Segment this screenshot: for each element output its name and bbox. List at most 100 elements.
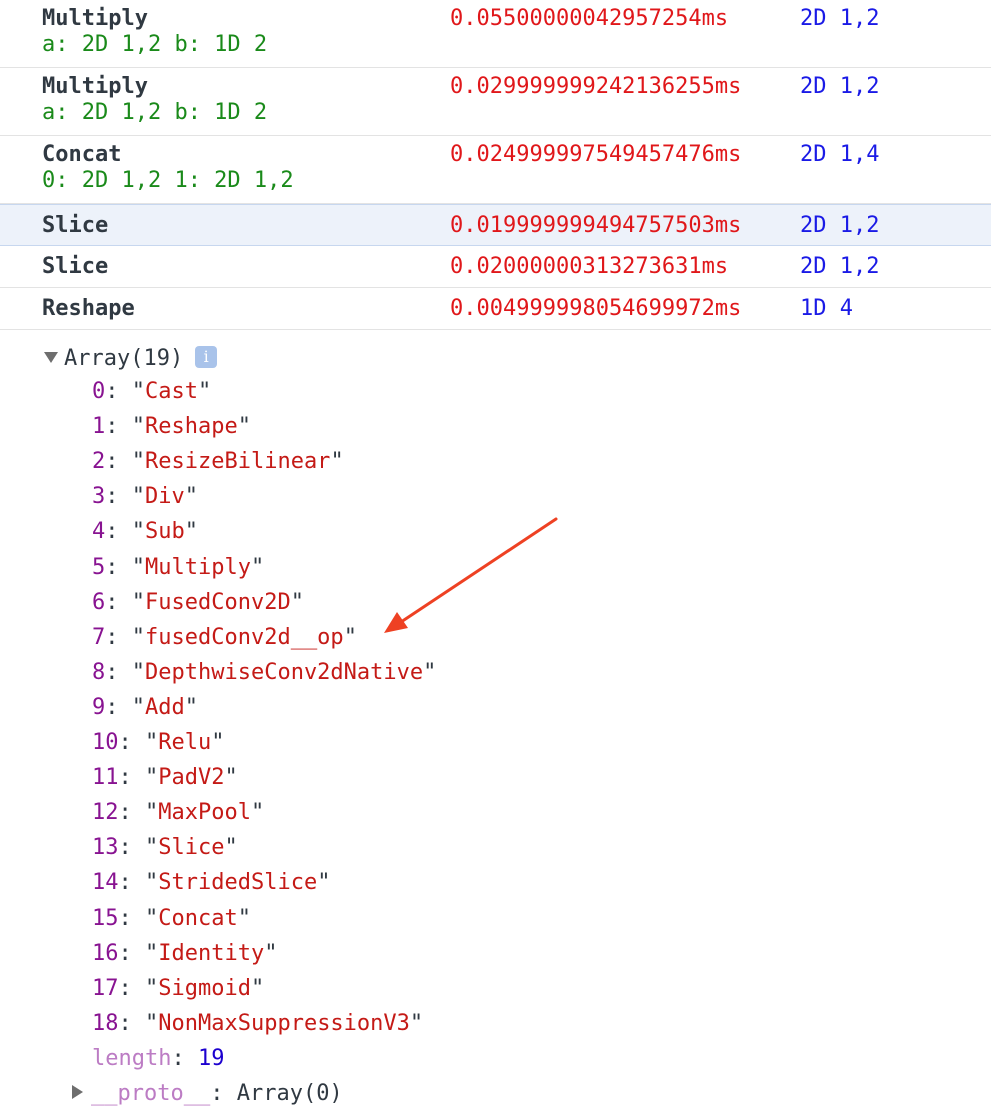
- proto-key: __proto__: [91, 1081, 211, 1106]
- array-item: 4: "Sub": [92, 514, 198, 549]
- item-index: 16: [92, 940, 119, 966]
- item-index: 10: [92, 730, 119, 755]
- separator: :: [118, 905, 145, 931]
- profile-row[interactable]: Slice 0.02000000313273631ms 2D 1,2: [0, 246, 991, 288]
- quote: ": [197, 379, 212, 404]
- item-value: StridedSlice: [158, 870, 318, 896]
- array-header[interactable]: Array(19) i: [44, 343, 218, 375]
- op-shape: 2D 1,2: [800, 74, 880, 99]
- item-index: 17: [92, 975, 119, 1001]
- separator: :: [105, 624, 132, 650]
- item-value: Cast: [145, 379, 198, 404]
- item-value: Multiply: [145, 554, 251, 580]
- item-value: ResizeBilinear: [145, 449, 331, 475]
- item-value: Div: [145, 484, 185, 510]
- quote: ": [184, 519, 198, 545]
- separator: :: [105, 554, 132, 580]
- quote: ": [409, 1010, 424, 1036]
- item-value: Reshape: [145, 414, 238, 440]
- separator: :: [118, 730, 145, 755]
- op-time: 0.019999999494757503ms: [450, 213, 742, 238]
- profile-row[interactable]: Multiply 0.05500000042957254ms 2D 1,2 a:…: [0, 0, 991, 68]
- collapse-triangle-icon[interactable]: [72, 1085, 83, 1099]
- item-index: 5: [92, 554, 106, 580]
- op-time: 0.02000000313273631ms: [450, 254, 729, 279]
- op-name: Reshape: [42, 296, 135, 321]
- array-item: 7: "fusedConv2d__op": [92, 620, 357, 655]
- expand-triangle-icon[interactable]: [44, 351, 58, 363]
- op-name: Concat: [42, 142, 122, 167]
- array-item: 15: "Concat": [92, 901, 251, 936]
- separator: :: [118, 800, 145, 826]
- quote: ": [131, 624, 145, 650]
- item-value: Identity: [158, 940, 265, 966]
- profile-row-selected[interactable]: Slice 0.019999999494757503ms 2D 1,2: [0, 204, 991, 246]
- item-value: Sigmoid: [158, 975, 251, 1001]
- op-shape: 2D 1,2: [800, 254, 880, 279]
- quote: ": [145, 1010, 159, 1036]
- array-item: 10: "Relu": [92, 725, 224, 760]
- profile-row[interactable]: Reshape 0.004999998054699972ms 1D 4: [0, 288, 991, 330]
- quote: ": [131, 694, 145, 720]
- quote: ": [145, 835, 159, 861]
- item-index: 6: [92, 589, 106, 615]
- quote: ": [184, 484, 198, 510]
- item-value: Add: [145, 694, 185, 720]
- op-time: 0.004999998054699972ms: [450, 296, 742, 321]
- quote: ": [343, 624, 357, 650]
- separator: :: [118, 870, 145, 896]
- quote: ": [184, 694, 198, 720]
- array-item: 2: "ResizeBilinear": [92, 444, 344, 479]
- op-shape: 2D 1,2: [800, 6, 880, 31]
- array-item: 18: "NonMaxSuppressionV3": [92, 1006, 423, 1041]
- array-label: Array(19): [64, 346, 184, 371]
- quote: ": [330, 449, 344, 475]
- op-inputs: 0: 2D 1,2 1: 2D 1,2: [42, 168, 294, 193]
- quote: ": [131, 659, 145, 685]
- op-name: Slice: [42, 254, 109, 279]
- quote: ": [224, 835, 238, 861]
- op-time: 0.024999997549457476ms: [450, 142, 742, 167]
- array-item: 8: "DepthwiseConv2dNative": [92, 655, 436, 690]
- array-item: 16: "Identity": [92, 936, 277, 971]
- op-shape: 2D 1,2: [800, 213, 880, 238]
- item-value: FusedConv2D: [145, 589, 291, 615]
- quote: ": [145, 765, 159, 791]
- separator: :: [105, 519, 132, 545]
- quote: ": [131, 589, 145, 615]
- separator: :: [118, 765, 145, 791]
- quote: ": [237, 414, 251, 440]
- quote: ": [250, 800, 265, 826]
- item-index: 1: [92, 414, 106, 440]
- separator: :: [118, 835, 145, 861]
- item-index: 13: [92, 835, 119, 861]
- array-proto[interactable]: __proto__: Array(0): [72, 1076, 343, 1111]
- info-icon[interactable]: i: [195, 346, 218, 368]
- separator: :: [105, 484, 132, 510]
- item-value: DepthwiseConv2dNative: [145, 659, 424, 685]
- item-index: 9: [92, 694, 106, 720]
- item-value: Relu: [158, 730, 212, 755]
- quote: ": [131, 449, 145, 475]
- op-name: Multiply: [42, 6, 148, 31]
- item-index: 0: [92, 379, 106, 404]
- item-value: PadV2: [158, 765, 225, 791]
- item-index: 11: [92, 765, 119, 791]
- op-name: Slice: [42, 213, 109, 238]
- op-inputs: a: 2D 1,2 b: 1D 2: [42, 100, 268, 125]
- separator: :: [118, 940, 145, 966]
- separator: :: [105, 414, 132, 440]
- quote: ": [131, 484, 145, 510]
- profile-row[interactable]: Concat 0.024999997549457476ms 2D 1,4 0: …: [0, 136, 991, 204]
- item-index: 2: [92, 449, 106, 475]
- profile-row[interactable]: Multiply 0.029999999242136255ms 2D 1,2 a…: [0, 68, 991, 136]
- length-key: length: [92, 1045, 172, 1071]
- quote: ": [145, 800, 159, 826]
- op-shape: 2D 1,4: [800, 142, 880, 167]
- array-item: 1: "Reshape": [92, 409, 251, 444]
- op-time: 0.029999999242136255ms: [450, 74, 742, 99]
- quote: ": [131, 379, 145, 404]
- quote: ": [145, 905, 159, 931]
- quote: ": [211, 730, 225, 755]
- array-item: 13: "Slice": [92, 830, 238, 865]
